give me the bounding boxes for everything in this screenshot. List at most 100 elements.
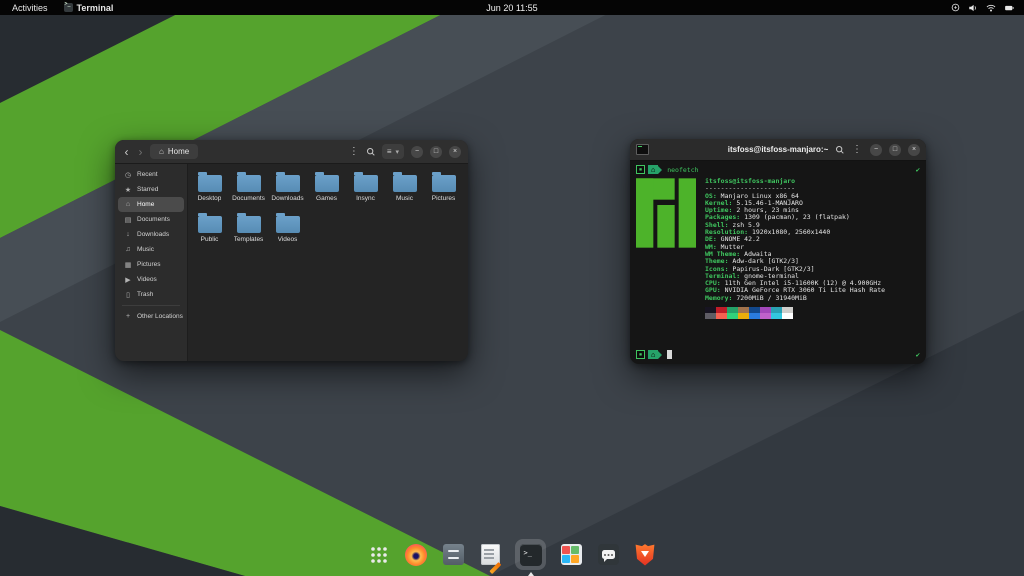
folder-icon [276,175,300,192]
close-button[interactable]: × [908,144,920,156]
text-editor-icon [481,544,500,565]
folder-item[interactable]: Desktop [190,169,229,210]
starred-star-icon: ★ [124,186,132,194]
prompt-os-segment-icon: ▪ [636,165,645,174]
folder-item[interactable]: Templates [229,210,268,251]
maximize-button[interactable]: □ [889,144,901,156]
back-button[interactable]: ‹ [122,146,131,158]
search-icon[interactable] [365,144,377,159]
brave-dock-button[interactable] [633,543,657,567]
pictures-icon: ▦ [124,261,132,269]
terminal-icon [520,544,542,566]
palette-swatch [727,313,738,319]
info-value: 1920x1080, 2560x1440 [752,228,830,236]
sidebar-item[interactable]: ♫ Music [118,242,184,257]
folder-icon [393,175,417,192]
text-editor-dock-button[interactable] [478,543,502,567]
documents-icon: ▤ [124,216,132,224]
forward-button[interactable]: › [136,146,145,158]
terminal-header-bar[interactable]: itsfoss@itsfoss-manjaro:~ ⋮ − □ × [630,139,926,161]
path-bar[interactable]: ⌂ Home [150,144,198,159]
tray-app-icon [951,3,960,12]
software-center-dock-button[interactable] [559,543,583,567]
prompt-directory-segment: ⌂ [648,350,658,359]
downloads-icon: ↓ [124,231,132,238]
folder-icon [354,175,378,192]
palette-swatch [749,313,760,319]
command-text: neofetch [667,166,698,174]
kebab-menu-icon[interactable]: ⋮ [348,144,360,159]
firefox-icon [405,544,427,566]
app-grid-button[interactable] [367,543,391,567]
folder-item[interactable]: Insync [346,169,385,210]
sidebar-list: ◷ Recent ★ Starred ⌂ Home [115,167,187,302]
minimize-button[interactable]: − [870,144,882,156]
files-sidebar: ◷ Recent ★ Starred ⌂ Home [115,164,188,361]
terminal-tab-icon[interactable] [636,144,649,155]
sidebar-item[interactable]: ▯ Trash [118,287,184,302]
kebab-menu-icon[interactable]: ⋮ [851,142,863,157]
top-bar: Activities Terminal Jun 20 11:55 [0,0,1024,15]
folder-label: Videos [278,236,298,243]
neofetch-info-list: OS: Manjaro Linux x86_64 Kernel: 5.15.46… [705,193,885,302]
battery-icon [1004,3,1015,13]
manjaro-logo [636,178,696,248]
palette-swatch [782,313,793,319]
folder-label: Music [396,195,413,202]
sidebar-item[interactable]: ▦ Pictures [118,257,184,272]
folder-item[interactable]: Downloads [268,169,307,210]
terminal-window: itsfoss@itsfoss-manjaro:~ ⋮ − □ × ▪ ⌂ ne… [630,139,926,364]
files-content-area[interactable]: Desktop Documents Downloads Game [188,164,468,361]
folder-item[interactable]: Public [190,210,229,251]
videos-icon: ▶ [124,276,132,284]
prompt-arrow [658,351,662,359]
list-view-icon: ≡ [387,147,392,156]
folder-item[interactable]: Pictures [424,169,463,210]
sidebar-item[interactable]: ★ Starred [118,182,184,197]
palette-swatch [771,313,782,319]
focused-app-menu[interactable]: Terminal [56,0,122,15]
info-label: Memory: [705,294,732,302]
folder-item[interactable]: Music [385,169,424,210]
files-window: ‹ › ⌂ Home ⋮ ≡ ▾ − □ × [115,140,468,361]
sidebar-item[interactable]: ▤ Documents [118,212,184,227]
terminal-app-icon [64,3,73,12]
sidebar-item-label: Trash [137,291,153,298]
palette-swatch [760,313,771,319]
prompt-arrow [658,166,662,174]
prompt-os-segment-icon: ▪ [636,350,645,359]
files-header-bar[interactable]: ‹ › ⌂ Home ⋮ ≡ ▾ − □ × [115,140,468,164]
search-icon[interactable] [834,142,846,157]
chat-app-icon [598,544,619,565]
music-note-icon: ♫ [124,246,132,253]
folder-item[interactable]: Videos [268,210,307,251]
home-icon: ⌂ [159,147,164,156]
home-icon: ⌂ [124,201,132,208]
files-dock-button[interactable] [441,543,465,567]
info-value: 7200MiB / 31940MiB [736,294,806,302]
sidebar-item-label: Documents [137,216,170,223]
chat-dock-button[interactable] [596,543,620,567]
sidebar-item[interactable]: ▶ Videos [118,272,184,287]
close-button[interactable]: × [449,146,461,158]
sidebar-item[interactable]: ↓ Downloads [118,227,184,242]
terminal-dock-button[interactable] [515,539,546,570]
maximize-button[interactable]: □ [430,146,442,158]
terminal-cursor [667,350,672,359]
sidebar-item-other-locations[interactable]: + Other Locations [118,309,184,324]
folder-item[interactable]: Games [307,169,346,210]
firefox-dock-button[interactable] [404,543,428,567]
sidebar-item[interactable]: ⌂ Home [118,197,184,212]
view-toggle-button[interactable]: ≡ ▾ [382,144,404,159]
folder-label: Insync [356,195,375,202]
neofetch-output: itsfoss@itsfoss-manjaro ----------------… [636,178,920,319]
terminal-content[interactable]: ▪ ⌂ neofetch ✔ itsfoss@itsfoss-manjaro -… [630,161,926,364]
info-value: 1309 (pacman), 23 (flatpak) [744,213,850,221]
clock-button[interactable]: Jun 20 11:55 [486,3,537,13]
color-palette-row-2 [705,313,885,319]
activities-button[interactable]: Activities [4,0,56,15]
sidebar-item[interactable]: ◷ Recent [118,167,184,182]
minimize-button[interactable]: − [411,146,423,158]
system-status-area[interactable] [951,0,1020,15]
folder-item[interactable]: Documents [229,169,268,210]
